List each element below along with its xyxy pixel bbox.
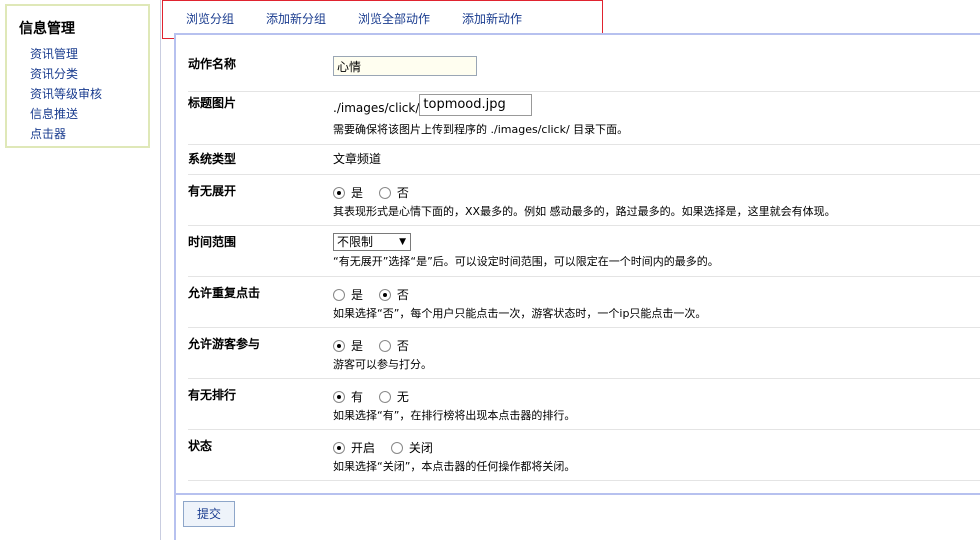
guest-label: 允许游客参与 [188,337,261,351]
repeat-yes-option[interactable]: 是 [333,286,363,303]
repeat-click-label: 允许重复点击 [188,286,261,300]
radio-icon[interactable] [390,441,403,454]
radio-icon[interactable] [378,186,391,199]
form-panel: 动作名称 心情 标题图片 ./images/click/ topmood.jpg… [174,33,980,493]
row-time-range: 时间范围 不限制 ▼ “有无展开”选择“是”后。可以设定时间范围，可以限定在一个… [188,225,980,277]
expand-note: 其表现形式是心情下面的，XX最多的。例如 感动最多的，路过最多的。如果选择是，这… [333,205,836,218]
sidebar-list: 资讯管理 资讯分类 资讯等级审核 信息推送 点击器 [30,44,102,144]
time-range-note: “有无展开”选择“是”后。可以设定时间范围，可以限定在一个时间内的最多的。 [333,255,719,268]
title-image-input[interactable]: topmood.jpg [419,94,533,116]
repeat-no-option[interactable]: 否 [378,286,409,303]
sidebar-item-clicker[interactable]: 点击器 [30,124,102,144]
row-guest: 允许游客参与 是 否 游客可以参与打分。 [188,327,980,379]
radio-icon[interactable] [333,288,345,301]
row-title-image: 标题图片 ./images/click/ topmood.jpg 需要确保将该图… [188,91,980,145]
tab-browse-actions[interactable]: 浏览全部动作 [358,10,430,27]
sidebar-menu: 信息管理 资讯管理 资讯分类 资讯等级审核 信息推送 点击器 [5,4,150,148]
ranking-no-option[interactable]: 无 [378,388,409,405]
tab-browse-groups[interactable]: 浏览分组 [186,10,234,27]
row-repeat-click: 允许重复点击 是 否 如果选择“否”，每个用户只能点击一次，游客状态时，一个ip… [188,276,980,328]
row-status: 状态 开启 关闭 如果选择“关闭”，本点击器的任何操作都将关闭。 [188,429,980,481]
expand-yes-option[interactable]: 是 [333,184,363,201]
sidebar-item-news-manage[interactable]: 资讯管理 [30,44,102,64]
radio-icon[interactable] [333,186,345,199]
tab-add-action[interactable]: 添加新动作 [462,10,522,27]
guest-no-option[interactable]: 否 [378,337,409,354]
chevron-down-icon: ▼ [399,237,406,247]
action-name-input[interactable]: 心情 [333,56,477,76]
repeat-click-note: 如果选择“否”，每个用户只能点击一次，游客状态时，一个ip只能点击一次。 [333,307,707,320]
expand-label: 有无展开 [188,184,237,198]
time-range-select[interactable]: 不限制 ▼ [333,233,411,251]
status-label: 状态 [188,439,213,453]
title-image-label: 标题图片 [188,96,237,110]
status-on-option[interactable]: 开启 [333,439,375,456]
ranking-yes-option[interactable]: 有 [333,388,363,405]
tab-add-group[interactable]: 添加新分组 [266,10,326,27]
radio-icon[interactable] [378,339,391,352]
row-system-type: 系统类型 文章频道 [188,144,980,175]
radio-icon[interactable] [333,390,345,403]
expand-no-option[interactable]: 否 [378,184,409,201]
row-ranking: 有无排行 有 无 如果选择“有”，在排行榜将出现本点击器的排行。 [188,378,980,430]
sidebar: 信息管理 资讯管理 资讯分类 资讯等级审核 信息推送 点击器 [0,0,161,540]
status-note: 如果选择“关闭”，本点击器的任何操作都将关闭。 [333,460,576,473]
image-path-prefix: ./images/click/ [333,101,420,115]
sidebar-item-news-level-review[interactable]: 资讯等级审核 [30,84,102,104]
ranking-label: 有无排行 [188,388,237,402]
sidebar-item-news-category[interactable]: 资讯分类 [30,64,102,84]
guest-note: 游客可以参与打分。 [333,358,432,371]
radio-icon[interactable] [333,441,345,454]
radio-icon[interactable] [378,288,391,301]
submit-bar: 提交 [174,493,980,540]
radio-icon[interactable] [333,339,345,352]
sidebar-title: 信息管理 [19,21,75,37]
submit-button[interactable]: 提交 [183,501,235,527]
radio-icon[interactable] [378,390,391,403]
row-action-name: 动作名称 心情 [188,47,980,92]
system-type-label: 系统类型 [188,152,237,166]
title-image-note: 需要确保将该图片上传到程序的 ./images/click/ 目录下面。 [333,123,629,136]
action-name-label: 动作名称 [188,57,237,71]
row-expand: 有无展开 是 否 其表现形式是心情下面的，XX最多的。例如 感动最多的，路过最多… [188,174,980,226]
ranking-note: 如果选择“有”，在排行榜将出现本点击器的排行。 [333,409,576,422]
system-type-value: 文章频道 [333,152,382,166]
status-off-option[interactable]: 关闭 [390,439,433,456]
time-range-label: 时间范围 [188,235,237,249]
sidebar-item-push[interactable]: 信息推送 [30,104,102,124]
guest-yes-option[interactable]: 是 [333,337,363,354]
